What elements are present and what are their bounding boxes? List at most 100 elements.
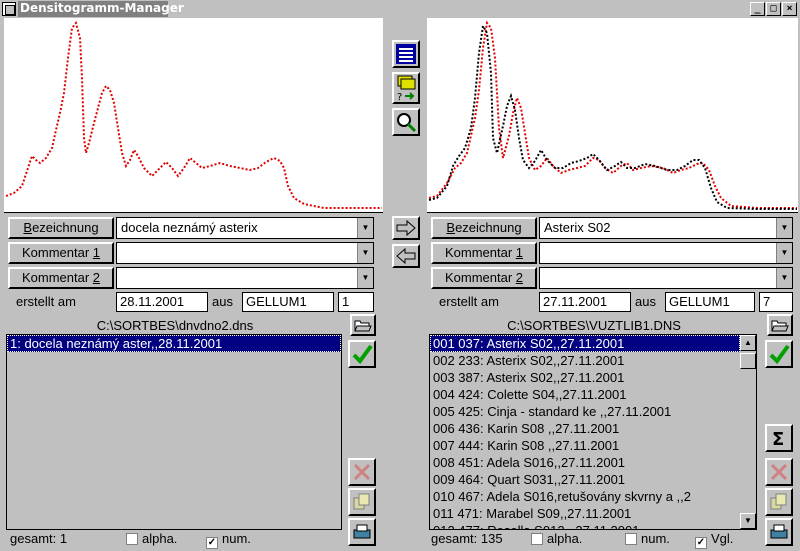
checkbox-checked-icon[interactable]: ✓ (206, 537, 218, 549)
chevron-down-icon[interactable]: ▼ (776, 268, 792, 288)
right-alpha-checkbox[interactable]: alpha. (531, 531, 582, 547)
maximize-button[interactable]: □ (766, 2, 781, 16)
list-item[interactable]: 005 425: Cinja - standard ke ,,27.11.200… (430, 403, 756, 420)
right-vgl-checkbox[interactable]: ✓ Vgl. (695, 531, 733, 549)
file-path: C:\SORTBES\dnvdno2.dns (96, 318, 254, 333)
open-folder-button[interactable] (767, 314, 793, 336)
bezeichnung-combo[interactable]: docela neznámý asterix ▼ (116, 217, 374, 239)
bezeichnung-value: docela neznámý asterix (121, 220, 258, 235)
bezeichnung-value: Asterix S02 (544, 220, 611, 235)
left-densitogram-plot (4, 18, 383, 213)
number-field[interactable]: 7 (759, 292, 793, 312)
checkbox-icon[interactable] (126, 533, 138, 545)
copy-icon (770, 493, 787, 510)
erstellt-am-label: erstellt am (439, 294, 499, 309)
chevron-down-icon[interactable]: ▼ (357, 218, 373, 238)
checkbox-checked-icon[interactable]: ✓ (695, 537, 707, 549)
delete-x-icon (353, 463, 371, 481)
close-button[interactable]: × (782, 2, 797, 16)
right-panel: Bezeichnung Asterix S02 ▼ Kommentar 1 ▼ … (427, 18, 800, 551)
sigma-button[interactable]: Σ (765, 424, 793, 452)
bezeichnung-label: ezeichnung (455, 220, 522, 235)
print-button[interactable] (348, 518, 376, 546)
number-field[interactable]: 1 (338, 292, 374, 312)
kommentar2-button[interactable]: Kommentar 2 (431, 267, 537, 289)
list-item[interactable]: 010 467: Adela S016,retušovány skvrny a … (430, 488, 756, 505)
aus-field[interactable]: GELLUM1 (665, 292, 755, 312)
scroll-down-icon[interactable]: ▼ (740, 513, 756, 529)
kommentar2-accel: 2 (92, 270, 101, 285)
kommentar2-button[interactable]: Kommentar 2 (8, 267, 114, 289)
right-densitogram-svg (428, 20, 797, 210)
list-item[interactable]: 009 464: Quart S031,,27.11.2001 (430, 471, 756, 488)
kommentar1-combo[interactable]: ▼ (116, 242, 374, 264)
list-item[interactable]: 001 037: Asterix S02,,27.11.2001 (430, 335, 740, 352)
vgl-label: Vgl. (711, 531, 734, 546)
chevron-down-icon[interactable]: ▼ (776, 218, 792, 238)
list-item[interactable]: 003 387: Asterix S02,,27.11.2001 (430, 369, 756, 386)
right-densitogram-plot (427, 18, 798, 213)
list-item[interactable]: 008 451: Adela S016,,27.11.2001 (430, 454, 756, 471)
right-total: gesamt: 135 (431, 531, 503, 546)
kommentar1-label: Kommentar (444, 245, 516, 260)
copy-button[interactable] (765, 488, 793, 516)
app-icon[interactable] (2, 2, 16, 16)
file-path: C:\SORTBES\VUZTLIB1.DNS (507, 318, 681, 333)
list-item[interactable]: 007 444: Karin S08 ,,27.11.2001 (430, 437, 756, 454)
bezeichnung-combo[interactable]: Asterix S02 ▼ (539, 217, 793, 239)
minimize-button[interactable]: _ (750, 2, 765, 16)
transfer-right-button[interactable] (392, 216, 420, 240)
scroll-thumb[interactable] (740, 353, 756, 369)
kommentar1-button[interactable]: Kommentar 1 (8, 242, 114, 264)
bezeichnung-button[interactable]: Bezeichnung (8, 217, 114, 239)
list-item[interactable]: 012 477: Rosella S012 ,,27.11.2001 (430, 522, 756, 529)
accept-button[interactable] (348, 340, 376, 368)
num-label: num. (222, 531, 251, 546)
date-field[interactable]: 27.11.2001 (539, 292, 631, 312)
chevron-down-icon[interactable]: ▼ (776, 243, 792, 263)
bezeichnung-accel: B (446, 220, 456, 235)
copy-button[interactable] (348, 488, 376, 516)
open-folder-button[interactable] (350, 314, 376, 336)
chevron-down-icon[interactable]: ▼ (357, 243, 373, 263)
kommentar1-button[interactable]: Kommentar 1 (431, 242, 537, 264)
accept-button[interactable] (765, 340, 793, 368)
search-button[interactable] (392, 108, 420, 136)
kommentar2-combo[interactable]: ▼ (539, 267, 793, 289)
chevron-down-icon[interactable]: ▼ (357, 268, 373, 288)
library-button[interactable]: ? (392, 72, 420, 104)
transfer-left-button[interactable] (392, 244, 420, 268)
alpha-label: alpha. (547, 531, 583, 546)
kommentar1-accel: 1 (515, 245, 524, 260)
checkbox-icon[interactable] (625, 533, 637, 545)
list-button[interactable] (392, 40, 420, 68)
kommentar1-combo[interactable]: ▼ (539, 242, 793, 264)
list-item[interactable]: 004 424: Colette S04,,27.11.2001 (430, 386, 756, 403)
list-item[interactable]: 006 436: Karin S08 ,,27.11.2001 (430, 420, 756, 437)
title-bar: Densitogramm-Manager _ □ × (0, 0, 800, 18)
right-entry-list[interactable]: 001 037: Asterix S02,,27.11.2001 002 233… (429, 334, 757, 530)
check-icon (769, 344, 790, 365)
bezeichnung-button[interactable]: Bezeichnung (431, 217, 537, 239)
delete-button[interactable] (348, 458, 376, 486)
left-entry-list[interactable]: 1: docela neznámý aster,,28.11.2001 (6, 334, 342, 530)
left-num-checkbox[interactable]: ✓ num. (206, 531, 251, 549)
folder-open-icon (771, 320, 789, 332)
vertical-scrollbar[interactable]: ▲ ▼ (740, 335, 756, 529)
date-field[interactable]: 28.11.2001 (116, 292, 208, 312)
right-num-checkbox[interactable]: num. (625, 531, 670, 547)
scroll-up-icon[interactable]: ▲ (740, 335, 756, 351)
aus-label: aus (212, 294, 233, 309)
checkbox-icon[interactable] (531, 533, 543, 545)
delete-button[interactable] (765, 458, 793, 486)
list-item[interactable]: 002 233: Asterix S02,,27.11.2001 (430, 352, 756, 369)
print-icon (353, 524, 371, 539)
kommentar2-combo[interactable]: ▼ (116, 267, 374, 289)
print-button[interactable] (765, 518, 793, 546)
aus-field[interactable]: GELLUM1 (242, 292, 334, 312)
kommentar2-label: Kommentar (444, 270, 516, 285)
list-item[interactable]: 011 471: Marabel S09,,27.11.2001 (430, 505, 756, 522)
left-alpha-checkbox[interactable]: alpha. (126, 531, 177, 547)
folder-open-icon (354, 320, 372, 332)
list-item[interactable]: 1: docela neznámý aster,,28.11.2001 (7, 335, 341, 352)
